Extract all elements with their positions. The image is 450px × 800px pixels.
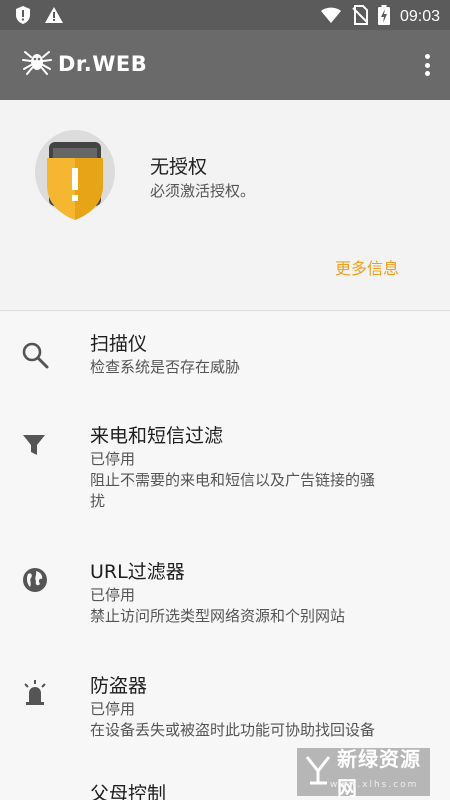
wifi-icon — [320, 6, 342, 28]
list-item-description: 阻止不需要的来电和短信以及广告链接的骚 — [90, 471, 376, 489]
list-item-description: 扰 — [90, 492, 106, 510]
brand-name: Dr.WEB — [58, 52, 148, 76]
list-item-title: 防盗器 — [90, 675, 148, 697]
list-item-status: 已停用 — [90, 700, 136, 718]
list-item-title: URL过滤器 — [90, 561, 185, 583]
overflow-menu-icon[interactable] — [420, 52, 434, 78]
list-item-title: 扫描仪 — [90, 333, 148, 355]
list-item-description: 检查系统是否存在威胁 — [90, 358, 241, 376]
warning-icon — [44, 6, 64, 28]
list-item-description: 禁止访问所选类型网络资源和个别网站 — [90, 607, 346, 625]
list-item-call-sms-filter[interactable]: 来电和短信过滤 已停用 阻止不需要的来电和短信以及广告链接的骚 扰 — [0, 424, 450, 524]
spider-logo-icon — [22, 49, 52, 79]
list-item-title: 来电和短信过滤 — [90, 425, 224, 447]
globe-icon — [20, 565, 50, 595]
phone-shield-warning-icon — [35, 130, 115, 222]
app-logo: Dr.WEB — [22, 49, 147, 79]
list-item-anti-theft[interactable]: 防盗器 已停用 在设备丢失或被盗时此功能可协助找回设备 — [0, 674, 450, 754]
siren-icon — [20, 678, 50, 708]
watermark-logo-icon — [305, 755, 331, 789]
list-item-status: 已停用 — [90, 450, 136, 468]
list-item-description: 在设备丢失或被盗时此功能可协助找回设备 — [90, 721, 376, 739]
search-icon — [20, 340, 50, 370]
no-sim-icon — [352, 5, 369, 29]
shield-alert-icon — [14, 5, 32, 29]
list-item-scanner[interactable]: 扫描仪 检查系统是否存在威胁 — [0, 332, 450, 402]
clock-time: 09:03 — [399, 8, 440, 25]
feature-list: 扫描仪 检查系统是否存在威胁 来电和短信过滤 已停用 阻止不需要的来电和短信以及… — [0, 312, 450, 800]
filter-icon — [20, 430, 50, 460]
more-info-link[interactable]: 更多信息 — [335, 255, 399, 279]
license-title: 无授权 — [150, 156, 208, 178]
app-bar: Dr.WEB — [0, 30, 450, 100]
list-item-status: 已停用 — [90, 586, 136, 604]
battery-charging-icon — [377, 5, 390, 29]
status-bar: 09:03 — [0, 0, 450, 30]
watermark-text: 新绿资源网 — [337, 747, 421, 800]
parental-icon — [20, 792, 50, 800]
watermark-url: www.xlhs.com — [330, 780, 419, 790]
list-item-url-filter[interactable]: URL过滤器 已停用 禁止访问所选类型网络资源和个别网站 — [0, 560, 450, 640]
license-status-card: 无授权 必须激活授权。 更多信息 — [0, 100, 450, 311]
license-subtitle: 必须激活授权。 — [150, 182, 256, 200]
